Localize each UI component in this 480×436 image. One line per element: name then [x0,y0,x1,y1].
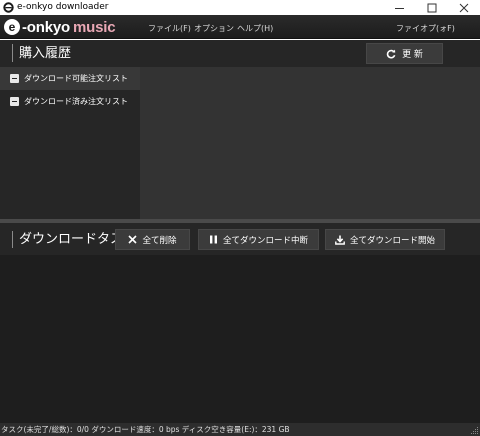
collapse-icon [10,74,19,83]
e-onkyo-logo: e - onkyo music [4,18,116,36]
logo-music: music [72,18,116,36]
resize-grip-icon[interactable] [470,426,479,435]
status-bar: タスク(未完了/総数)：0/0 ダウンロード速度：0 bps ディスク空き容量(… [0,423,480,436]
refresh-icon [386,49,396,59]
start-all-label: 全てダウンロード開始 [349,235,435,246]
refresh-button[interactable]: 更 新 [366,43,443,64]
order-list-item-label: ダウンロード済み注文リスト [24,97,128,106]
status-text: タスク(未完了/総数)：0/0 ダウンロード速度：0 bps ディスク空き容量(… [1,425,290,434]
download-icon [335,235,345,245]
collapse-icon [10,97,19,106]
pause-all-label: 全てダウンロード中断 [222,235,308,246]
logo-e-mark: e [4,19,20,35]
minimize-icon [394,7,404,9]
pause-icon [209,235,217,244]
menu-help[interactable]: ヘルプ(H) [237,23,273,34]
delete-all-button[interactable]: 全て削除 [115,229,190,250]
purchase-history-header: 購入履歴 更 新 [0,40,480,67]
order-list-item-downloadable[interactable]: ダウンロード可能注文リスト [0,67,140,90]
order-list-item-downloaded[interactable]: ダウンロード済み注文リスト [0,90,140,113]
start-all-button[interactable]: 全てダウンロード開始 [325,229,445,250]
order-list-panel: ダウンロード可能注文リスト ダウンロード済み注文リスト [0,67,140,219]
menu-bar: e - onkyo music ファイル(F) オプション ヘルプ(H) ファイ… [0,15,480,39]
download-task-header: ダウンロードタスク 全て削除 全てダウンロード中断 全てダウンロード開始 [0,223,480,255]
menu-right-item[interactable]: ファイオプ(ォF) [396,23,455,34]
window-title: e-onkyo downloader [17,2,109,12]
maximize-button[interactable] [415,0,448,15]
minimize-button[interactable] [383,0,416,15]
app-icon [3,2,14,13]
maximize-icon [427,3,436,12]
download-task-list [0,255,480,423]
close-icon [459,3,468,12]
section-divider [12,231,13,248]
menu-file[interactable]: ファイル(F) [148,23,191,34]
order-detail-panel [140,67,480,219]
pause-all-button[interactable]: 全てダウンロード中断 [198,229,319,250]
title-bar: e-onkyo downloader [0,0,480,15]
purchase-history-title: 購入履歴 [19,46,72,61]
logo-onkyo: onkyo [26,18,70,36]
close-button[interactable] [447,0,480,15]
section-divider [12,44,13,62]
order-list-item-label: ダウンロード可能注文リスト [24,74,128,83]
menu-options[interactable]: オプション [194,23,234,34]
delete-all-label: 全て削除 [142,235,177,246]
close-icon [128,235,138,244]
refresh-label: 更 新 [402,50,423,60]
